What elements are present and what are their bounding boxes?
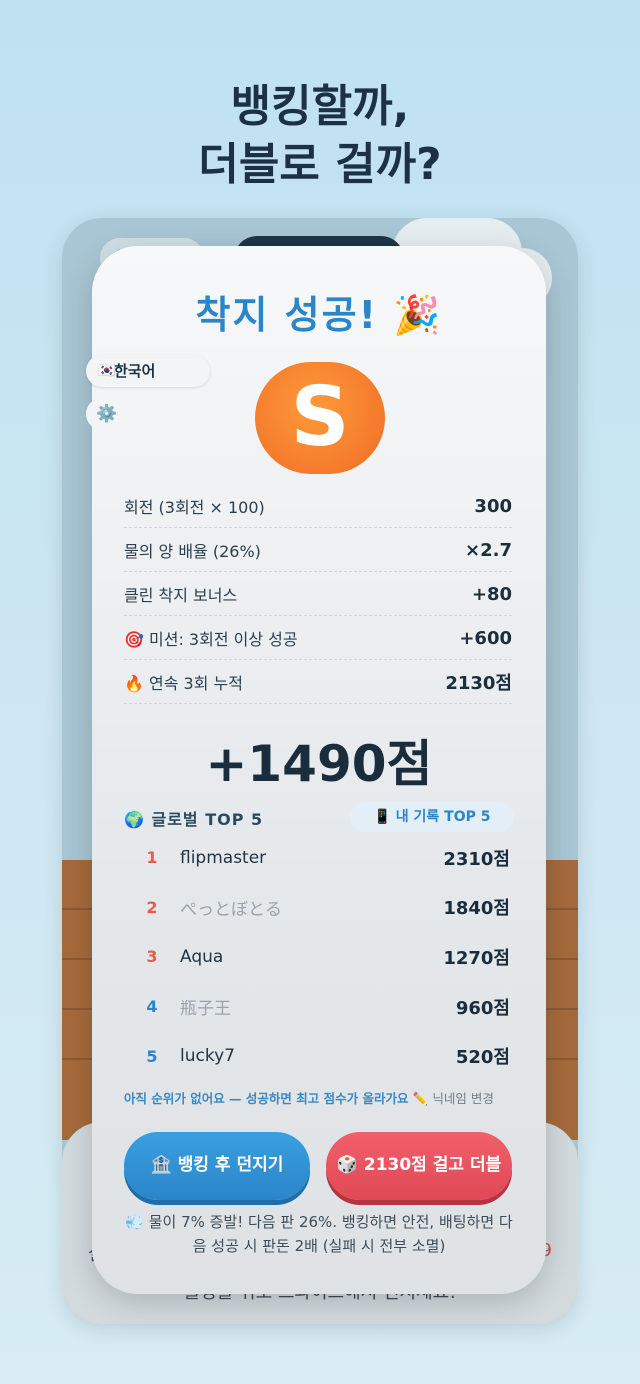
rank-number: 4 bbox=[146, 997, 158, 1017]
result-card: 착지 성공! 🎉 S 회전 (3회전 × 100) 300 물의 양 배율 (2… bbox=[92, 246, 546, 1294]
player-score: 520점 bbox=[455, 1047, 510, 1069]
bank-and-throw-button[interactable]: 🏦 뱅킹 후 던지기 bbox=[124, 1132, 310, 1200]
leaderboard-row: 3 Aqua 1270점 bbox=[124, 932, 510, 982]
leaderboard-row: 1 flipmaster 2310점 bbox=[124, 833, 510, 883]
leaderboard-row: 5 lucky7 520점 bbox=[124, 1031, 510, 1081]
evaporation-description: 💨 물이 7% 증발! 다음 판 26%. 뱅킹하면 안전, 배팅하면 다음 성… bbox=[125, 1213, 513, 1255]
leaderboard-hint: 아직 순위가 없어요 — 성공하면 최고 점수가 올라가요 ✏️ 닉네임 변경 bbox=[124, 1088, 514, 1107]
player-score: 960점 bbox=[455, 997, 510, 1019]
player-name: lucky7 bbox=[180, 1046, 235, 1067]
breakdown-row: 🎯 미션: 3회전 이상 성공 +600 bbox=[124, 617, 512, 660]
breakdown-value: +600 bbox=[459, 627, 512, 649]
language-selector[interactable]: 🇰🇷 한국어 bbox=[86, 355, 210, 387]
headline-line2: 더블로 걸까? bbox=[198, 139, 442, 190]
language-label: 한국어 bbox=[114, 362, 156, 380]
player-score: 1840점 bbox=[443, 898, 510, 920]
player-name: flipmaster bbox=[180, 847, 267, 868]
leaderboard-row: 2 ぺっとぼとる 1840점 bbox=[124, 883, 510, 933]
korea-flag-icon: 🇰🇷 bbox=[98, 363, 116, 379]
result-title: 착지 성공! 🎉 bbox=[195, 293, 443, 337]
breakdown-value: ×2.7 bbox=[465, 539, 512, 561]
rank-number: 3 bbox=[146, 947, 158, 967]
breakdown-value: +80 bbox=[471, 583, 512, 605]
breakdown-value: 2130점 bbox=[445, 673, 512, 694]
rank-number: 5 bbox=[146, 1046, 158, 1066]
breakdown-label: 물의 양 배율 (26%) bbox=[124, 542, 261, 561]
headline: 뱅킹할까, 더블로 걸까? bbox=[0, 78, 640, 194]
breakdown-row: 물의 양 배율 (26%) ×2.7 bbox=[124, 529, 512, 572]
headline-line1: 뱅킹할까, bbox=[230, 81, 410, 132]
breakdown-label: 🔥 연속 3회 누적 bbox=[124, 674, 243, 693]
leaderboard-header: 🌍 글로벌 TOP 5 📱 내 기록 TOP 5 bbox=[124, 802, 514, 832]
player-score: 1270점 bbox=[443, 947, 510, 969]
total-score: +1490점 bbox=[205, 735, 433, 793]
breakdown-label: 클린 착지 보너스 bbox=[124, 586, 238, 605]
player-name: Aqua bbox=[180, 946, 224, 967]
rank-number: 2 bbox=[146, 897, 158, 917]
player-score: 2310점 bbox=[443, 848, 510, 870]
breakdown-row: 클린 착지 보너스 +80 bbox=[124, 573, 512, 616]
rank-number: 1 bbox=[146, 848, 158, 868]
settings-button[interactable]: ⚙️ bbox=[86, 398, 128, 430]
leaderboard-list: 1 flipmaster 2310점 2 ぺっとぼとる 1840점 3 Aqua… bbox=[124, 833, 510, 1081]
breakdown-label: 🎯 미션: 3회전 이상 성공 bbox=[124, 630, 298, 649]
hint-text: 아직 순위가 없어요 — 성공하면 최고 점수가 올라가요 bbox=[124, 1091, 409, 1106]
breakdown-row: 🔥 연속 3회 누적 2130점 bbox=[124, 661, 512, 704]
double-bet-button[interactable]: 🎲 2130점 걸고 더블 bbox=[326, 1132, 512, 1200]
tab-my-top5[interactable]: 📱 내 기록 TOP 5 bbox=[350, 802, 514, 832]
grade-badge: S bbox=[255, 362, 385, 474]
player-name: 瓶子王 bbox=[180, 999, 231, 1020]
leaderboard-row: 4 瓶子王 960점 bbox=[124, 982, 510, 1032]
score-breakdown: 회전 (3회전 × 100) 300 물의 양 배율 (26%) ×2.7 클린… bbox=[124, 485, 512, 705]
breakdown-label: 회전 (3회전 × 100) bbox=[124, 498, 265, 517]
breakdown-row: 회전 (3회전 × 100) 300 bbox=[124, 485, 512, 528]
player-name: ぺっとぼとる bbox=[180, 899, 282, 920]
gear-icon: ⚙️ bbox=[96, 404, 118, 424]
edit-nickname-link[interactable]: ✏️ 닉네임 변경 bbox=[413, 1091, 494, 1106]
tab-global-top5[interactable]: 🌍 글로벌 TOP 5 bbox=[124, 806, 263, 830]
breakdown-value: 300 bbox=[474, 495, 512, 517]
